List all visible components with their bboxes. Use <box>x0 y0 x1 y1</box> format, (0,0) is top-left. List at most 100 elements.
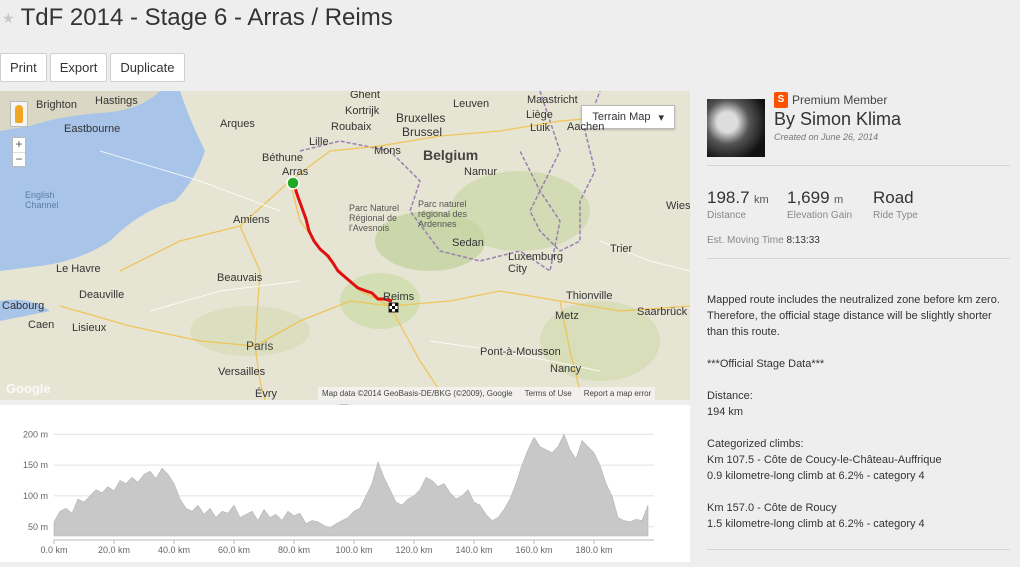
map-label-roubaix: Roubaix <box>331 121 372 133</box>
map-canvas[interactable] <box>0 91 690 400</box>
map-label-bruxelles: Bruxelles <box>396 111 446 125</box>
map-label-parc-ardennes: Parc naturel régional des Ardennes <box>418 199 468 229</box>
route-description: Mapped route includes the neutralized zo… <box>707 292 1007 532</box>
caret-down-icon: ▾ <box>658 111 664 124</box>
google-logo: Google <box>6 381 51 396</box>
moving-time-value: 8:13:33 <box>786 235 820 246</box>
toolbar: Print Export Duplicate <box>0 53 185 82</box>
x-tick-label: 100.0 km <box>335 545 372 555</box>
stat-ride-type: Road Ride Type <box>873 188 918 221</box>
divider <box>707 549 1010 550</box>
map-label-cabourg: Cabourg <box>2 300 45 312</box>
export-button[interactable]: Export <box>49 53 108 82</box>
map-label-hastings: Hastings <box>95 95 138 107</box>
x-tick-label: 140.0 km <box>455 545 492 555</box>
star-icon[interactable]: ★ <box>2 10 15 27</box>
elevation-area <box>53 433 649 537</box>
map-label-aachen: Aachen <box>567 121 605 133</box>
map-label-beauvais: Beauvais <box>217 272 263 284</box>
map-label-wies: Wies <box>666 200 690 212</box>
map-label-metz: Metz <box>555 310 579 322</box>
map-label-liege: Liège <box>526 109 553 121</box>
y-tick-label: 50 m <box>28 522 48 532</box>
route-map[interactable]: + − Terrain Map ▾ Brighton Hastings East… <box>0 91 690 400</box>
map-label-lille: Lille <box>309 136 329 148</box>
map-label-deauville: Deauville <box>79 289 125 301</box>
map-label-arras: Arras <box>282 166 309 178</box>
map-label-maastricht: Maastricht <box>527 94 578 106</box>
description-paragraph: Km 157.0 - Côte de Roucy 1.5 kilometre-l… <box>707 502 925 530</box>
ride-type-value: Road <box>873 188 914 207</box>
duplicate-button[interactable]: Duplicate <box>110 53 185 82</box>
map-label-lisieux: Lisieux <box>72 322 107 334</box>
map-label-eastbourne: Eastbourne <box>64 123 121 135</box>
x-tick-label: 0.0 km <box>40 545 67 555</box>
map-label-english-channel: English Channel <box>25 190 59 210</box>
x-tick-label: 160.0 km <box>515 545 552 555</box>
route-sidebar: S Premium Member By Simon Klima Created … <box>690 91 1020 562</box>
owner-name[interactable]: By Simon Klima <box>774 109 901 130</box>
elevation-unit: m <box>834 194 844 206</box>
map-label-leuven: Leuven <box>453 98 490 110</box>
map-label-nancy: Nancy <box>550 363 582 375</box>
x-tick-label: 80.0 km <box>278 545 310 555</box>
map-label-versailles: Versailles <box>218 366 266 378</box>
x-tick-label: 40.0 km <box>158 545 190 555</box>
map-label-kortrijk: Kortrijk <box>345 105 380 117</box>
map-label-amiens: Amiens <box>233 214 270 226</box>
created-date: Created on June 26, 2014 <box>774 132 879 142</box>
map-label-trier: Trier <box>610 243 633 255</box>
premium-shield-icon: S <box>774 92 788 108</box>
map-label-brighton: Brighton <box>36 99 77 111</box>
elevation-label: Elevation Gain <box>787 210 853 221</box>
y-tick-label: 150 m <box>23 460 48 470</box>
moving-time: Est. Moving Time 8:13:33 <box>707 235 820 246</box>
x-tick-label: 20.0 km <box>98 545 130 555</box>
map-label-ghent: Ghent <box>350 91 380 101</box>
map-label-paris: Paris <box>246 339 274 353</box>
map-label-parc-avesnois: Parc Naturel Régional de l'Avesnois <box>349 203 400 233</box>
x-tick-label: 60.0 km <box>218 545 250 555</box>
elevation-value: 1,699 <box>787 188 830 207</box>
page-title: TdF 2014 - Stage 6 - Arras / Reims <box>20 4 393 31</box>
map-attribution-bar: Map data ©2014 GeoBasis-DE/BKG (©2009), … <box>318 387 656 400</box>
description-paragraph: ***Official Stage Data*** <box>707 358 825 370</box>
zoom-control: + − <box>12 137 26 167</box>
map-label-pont-a-mousson: Pont-à-Mousson <box>480 346 561 358</box>
distance-unit: km <box>754 194 769 206</box>
map-label-brussel: Brussel <box>402 125 443 139</box>
map-label-namur: Namur <box>464 166 498 178</box>
y-tick-label: 200 m <box>23 429 48 439</box>
description-paragraph: Distance: 194 km <box>707 390 753 418</box>
stat-elevation: 1,699 m Elevation Gain <box>787 188 852 221</box>
map-label-mons: Mons <box>374 145 401 157</box>
print-button[interactable]: Print <box>0 53 47 82</box>
distance-value: 198.7 <box>707 188 750 207</box>
map-label-saarbrucken: Saarbrück <box>637 306 688 318</box>
y-tick-label: 100 m <box>23 491 48 501</box>
map-label-evry: Évry <box>255 388 277 400</box>
stat-distance: 198.7 km Distance <box>707 188 769 221</box>
terms-of-use-link[interactable]: Terms of Use <box>525 389 572 398</box>
map-label-reims: Reims <box>383 291 415 303</box>
ride-type-label: Ride Type <box>873 210 918 221</box>
x-tick-label: 120.0 km <box>395 545 432 555</box>
map-attribution: Map data ©2014 GeoBasis-DE/BKG (©2009), … <box>322 389 513 398</box>
elevation-profile[interactable]: 50 m 100 m 150 m 200 m 0.0 km 20.0 km 40.0 km 6… <box>0 405 690 562</box>
map-label-bethune: Béthune <box>262 152 303 164</box>
street-view-pegman-icon[interactable] <box>10 101 28 127</box>
map-label-luxembourg: Luxemburg City <box>508 251 564 275</box>
zoom-out-button[interactable]: − <box>13 152 25 166</box>
premium-label: Premium Member <box>792 93 888 107</box>
zoom-in-button[interactable]: + <box>13 138 25 152</box>
map-label-arques: Arques <box>220 118 255 130</box>
avatar[interactable] <box>707 99 765 157</box>
x-tick-label: 180.0 km <box>575 545 612 555</box>
map-label-caen: Caen <box>28 319 55 331</box>
map-label-le-havre: Le Havre <box>56 263 101 275</box>
map-label-sedan: Sedan <box>452 237 484 249</box>
description-paragraph: Categorized climbs: Km 107.5 - Côte de C… <box>707 438 942 482</box>
report-map-error-link[interactable]: Report a map error <box>584 389 652 398</box>
map-label-thionville: Thionville <box>566 290 613 302</box>
premium-badge: S Premium Member <box>774 91 887 109</box>
